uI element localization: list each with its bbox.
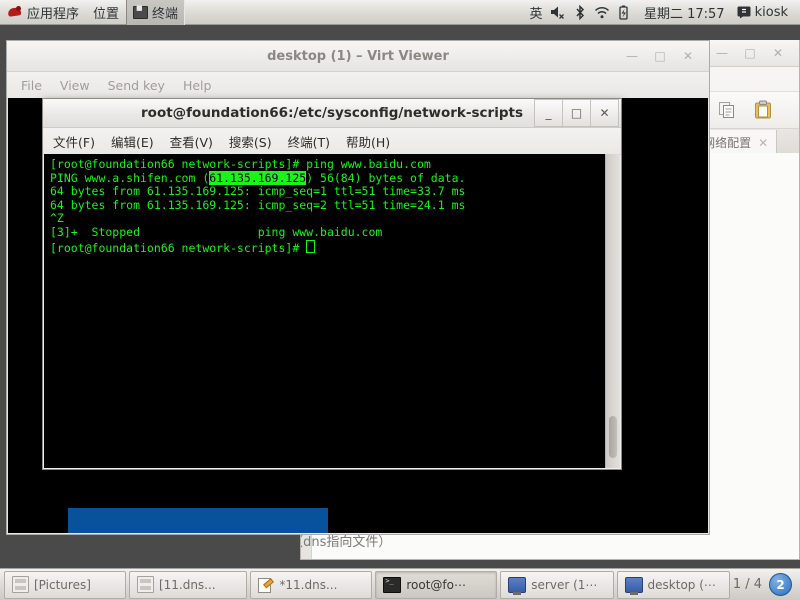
guest-desktop-strip: [68, 508, 328, 533]
top-panel[interactable]: 应用程序 位置 终端 英 星期二 17:57 kiosk: [0, 0, 800, 25]
minimize-icon[interactable]: —: [715, 46, 729, 60]
redhat-icon: [7, 4, 23, 20]
terminal-line-post: ) 56(84) bytes of data.: [306, 170, 466, 185]
terminal-cursor: [306, 239, 316, 253]
clock[interactable]: 星期二 17:57: [636, 3, 733, 22]
terminal-prompt-line: [root@foundation66 network-scripts]#: [50, 239, 620, 256]
minimize-icon[interactable]: _: [534, 99, 563, 127]
terminal-output[interactable]: [root@foundation66 network-scripts]# pin…: [44, 154, 620, 468]
user-menu[interactable]: kiosk: [735, 5, 794, 20]
applications-menu[interactable]: 应用程序: [0, 0, 86, 25]
window-button-label: 终端: [152, 6, 179, 22]
menu-send-key[interactable]: Send key: [108, 78, 165, 93]
file-manager-icon: [12, 576, 29, 593]
taskbar-item-terminal[interactable]: root@fo⋯: [375, 570, 498, 599]
close-icon[interactable]: ✕: [590, 99, 619, 127]
paste-icon[interactable]: [750, 97, 776, 123]
terminal-menubar[interactable]: 文件(F) 编辑(E) 查看(V) 搜索(S) 终端(T) 帮助(H): [43, 128, 621, 155]
file-manager-icon: [136, 576, 154, 593]
bottom-taskbar[interactable]: [Pictures] [11.dns... *11.dns... root@fo…: [0, 568, 800, 600]
close-icon[interactable]: ✕: [758, 136, 768, 150]
terminal-line: ^Z: [50, 211, 64, 226]
virt-viewer-title: desktop (1) – Virt Viewer: [267, 48, 449, 64]
bluetooth-icon[interactable]: [570, 0, 590, 25]
taskbar-item-label: [Pictures]: [34, 577, 91, 592]
menu-search[interactable]: 搜索(S): [229, 132, 272, 151]
menu-view[interactable]: View: [60, 78, 90, 93]
terminal-line: [3]+ Stopped ping www.baidu.com: [50, 224, 383, 239]
taskbar-item-dns-doc[interactable]: *11.dns...: [250, 570, 373, 599]
virtual-machine-icon: [624, 576, 643, 595]
wifi-icon[interactable]: [592, 0, 612, 25]
copy-icon[interactable]: [714, 97, 740, 123]
places-menu-label: 位置: [93, 6, 120, 22]
window-button-terminal[interactable]: 终端: [126, 0, 186, 25]
notification-badge[interactable]: 2: [769, 573, 792, 596]
menu-file[interactable]: File: [21, 78, 42, 93]
virtual-machine-icon: [508, 576, 527, 595]
menu-file[interactable]: 文件(F): [53, 132, 95, 151]
menu-help[interactable]: 帮助(H): [346, 132, 390, 151]
terminal-selection: 61.135.169.125: [209, 170, 307, 185]
menu-help[interactable]: Help: [183, 78, 212, 93]
battery-icon[interactable]: [614, 0, 634, 25]
taskbar-item-label: *11.dns...: [279, 577, 338, 592]
user-name: kiosk: [754, 4, 788, 20]
menu-edit[interactable]: 编辑(E): [111, 132, 154, 151]
taskbar-item-label: [11.dns...: [158, 577, 216, 592]
taskbar-item-desktop-vm[interactable]: desktop (⋯: [616, 570, 730, 599]
maximize-icon[interactable]: □: [743, 46, 757, 60]
terminal-line-pre: PING www.a.shifen.com (: [50, 170, 210, 185]
terminal-line: [root@foundation66 network-scripts]# pin…: [50, 157, 431, 171]
terminal-icon: [383, 576, 402, 593]
workspace-switcher[interactable]: 1 / 4 2: [733, 573, 796, 596]
places-menu[interactable]: 位置: [86, 0, 126, 25]
text-editor-icon: [258, 577, 274, 593]
taskbar-item-server-vm[interactable]: server (1⋯: [500, 570, 614, 599]
terminal-window[interactable]: root@foundation66:/etc/sysconfig/network…: [42, 98, 622, 470]
maximize-icon[interactable]: □: [562, 99, 591, 127]
terminal-titlebar[interactable]: root@foundation66:/etc/sysconfig/network…: [43, 99, 621, 128]
workspace-indicator: 1 / 4: [732, 577, 762, 592]
volume-muted-icon[interactable]: [548, 0, 568, 25]
input-method-indicator[interactable]: 英: [526, 0, 546, 25]
scrollbar-thumb[interactable]: [609, 416, 617, 458]
taskbar-item-label: server (1⋯: [531, 577, 598, 592]
taskbar-item-dns-folder[interactable]: [11.dns...: [128, 570, 248, 599]
terminal-line: 64 bytes from 61.135.169.125: icmp_seq=2…: [50, 197, 466, 212]
terminal-icon: [133, 4, 149, 19]
applications-menu-label: 应用程序: [27, 6, 80, 22]
terminal-scrollbar[interactable]: [605, 154, 620, 468]
terminal-line: 64 bytes from 61.135.169.125: icmp_seq=1…: [50, 184, 466, 199]
terminal-window-controls: _ □ ✕: [534, 99, 621, 127]
user-status-icon: [737, 6, 751, 19]
taskbar-item-label: desktop (⋯: [647, 577, 716, 592]
menu-terminal[interactable]: 终端(T): [288, 132, 330, 151]
menu-view[interactable]: 查看(V): [170, 132, 213, 151]
terminal-line: PING www.a.shifen.com (61.135.169.125) 5…: [50, 170, 620, 186]
taskbar-item-pictures[interactable]: [Pictures]: [4, 570, 126, 599]
terminal-prompt: [root@foundation66 network-scripts]#: [50, 240, 307, 255]
close-icon[interactable]: ✕: [771, 46, 785, 60]
status-area[interactable]: 英 星期二 17:57 kiosk: [526, 0, 800, 25]
document-window-controls: — □ ✕: [715, 46, 799, 60]
virt-viewer-menubar[interactable]: File View Send key Help: [7, 72, 709, 99]
virt-viewer-titlebar[interactable]: desktop (1) – Virt Viewer — □ ✕: [7, 41, 709, 72]
taskbar-item-label: root@fo⋯: [406, 577, 466, 592]
